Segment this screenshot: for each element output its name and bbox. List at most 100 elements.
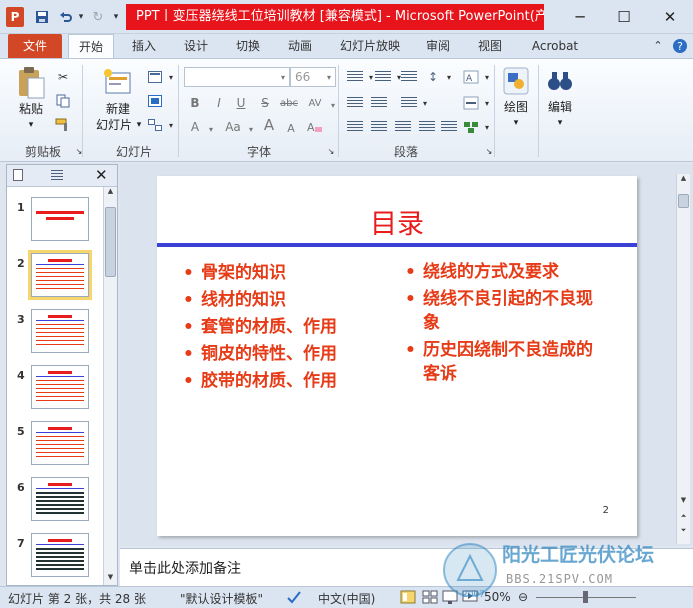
italic-button[interactable]: I <box>210 95 228 111</box>
change-case-dropdown-icon[interactable]: ▾ <box>242 121 260 137</box>
tab-file[interactable]: 文件 <box>8 34 62 58</box>
ribbon-collapse-icon[interactable]: ⌃ <box>650 34 666 58</box>
thumbnail-preview[interactable] <box>31 533 89 577</box>
font-color-dropdown-icon[interactable]: ▾ <box>202 121 220 137</box>
strikethrough-button[interactable]: S <box>256 95 274 111</box>
tab-home[interactable]: 开始 <box>68 34 114 58</box>
spell-check-icon[interactable] <box>286 589 302 608</box>
left-bullet-list[interactable]: 骨架的知识 线材的知识 套管的材质、作用 铜皮的特性、作用 胶带的材质、作用 <box>179 260 379 395</box>
justify-icon[interactable] <box>418 119 436 135</box>
slide-thumbnail[interactable]: 4 <box>7 363 103 413</box>
tab-view[interactable]: 视图 <box>470 34 510 58</box>
undo-dropdown-icon[interactable]: ▾ <box>76 7 86 27</box>
editing-label[interactable]: 编辑 <box>542 99 578 115</box>
cut-icon[interactable]: ✂ <box>54 69 72 85</box>
grow-font-button[interactable]: A <box>260 116 278 134</box>
zoom-out-icon[interactable]: ⊖ <box>518 590 528 604</box>
slide-thumbnail[interactable]: 3 <box>7 307 103 357</box>
new-slide-label-line1[interactable]: 新建 <box>92 101 144 117</box>
decrease-indent-icon[interactable] <box>346 95 364 111</box>
tab-insert[interactable]: 插入 <box>124 34 164 58</box>
paste-dropdown-icon[interactable]: ▾ <box>14 117 48 133</box>
scroll-thumb[interactable] <box>678 194 689 208</box>
slide-sorter-icon[interactable] <box>422 589 438 608</box>
align-center-icon[interactable] <box>370 119 388 135</box>
drawing-icon[interactable] <box>502 65 530 97</box>
font-size-dropdown-icon[interactable]: ▾ <box>320 69 338 85</box>
thumbnail-preview[interactable] <box>31 365 89 409</box>
current-slide[interactable]: 目录 骨架的知识 线材的知识 套管的材质、作用 铜皮的特性、作用 胶带的材质、作… <box>157 176 637 536</box>
columns-dropdown-icon[interactable]: ▾ <box>416 95 434 111</box>
zoom-slider-handle[interactable] <box>583 591 588 603</box>
format-painter-icon[interactable] <box>54 117 72 133</box>
new-slide-dropdown-icon[interactable]: ▾ <box>134 117 144 133</box>
paste-label[interactable]: 粘贴 <box>14 101 48 117</box>
tab-animations[interactable]: 动画 <box>280 34 320 58</box>
clipboard-launcher-icon[interactable]: ↘ <box>70 143 88 159</box>
notes-placeholder[interactable]: 单击此处添加备注 <box>129 558 241 578</box>
align-left-icon[interactable] <box>346 119 364 135</box>
powerpoint-app-icon[interactable]: P <box>6 7 24 27</box>
undo-icon[interactable] <box>56 7 76 27</box>
maximize-button[interactable]: ☐ <box>604 4 644 30</box>
tab-slideshow[interactable]: 幻灯片放映 <box>334 34 406 58</box>
align-right-icon[interactable] <box>394 119 412 135</box>
slide-thumbnail[interactable]: 7 <box>7 531 103 581</box>
drawing-label[interactable]: 绘图 <box>498 99 534 115</box>
line-spacing-icon[interactable] <box>400 69 418 85</box>
binoculars-icon[interactable] <box>546 65 574 97</box>
scroll-down-icon[interactable]: ▼ <box>677 496 690 508</box>
thumbnail-preview[interactable] <box>31 197 89 241</box>
outline-tab-icon[interactable] <box>51 170 65 180</box>
reading-view-icon[interactable] <box>442 589 458 608</box>
normal-view-icon[interactable] <box>400 589 416 608</box>
slideshow-icon[interactable] <box>462 589 478 608</box>
copy-icon[interactable] <box>54 93 72 109</box>
save-icon[interactable] <box>32 7 52 27</box>
tab-transitions[interactable]: 切换 <box>228 34 268 58</box>
close-pane-icon[interactable]: ✕ <box>95 166 108 184</box>
scroll-thumb[interactable] <box>105 207 116 277</box>
new-slide-label-line2[interactable]: 幻灯片 <box>92 117 136 133</box>
slide-thumbnail[interactable]: 1 <box>7 195 103 245</box>
shadow-button[interactable]: abc <box>280 95 298 111</box>
slides-tab-icon[interactable] <box>13 169 23 181</box>
slide-title[interactable]: 目录 <box>157 202 637 241</box>
thumbnail-preview[interactable] <box>28 250 92 300</box>
tab-design[interactable]: 设计 <box>176 34 216 58</box>
slide-thumbnail[interactable]: 5 <box>7 419 103 469</box>
next-slide-icon[interactable]: ⏷ <box>677 526 690 538</box>
previous-slide-icon[interactable]: ⏶ <box>677 512 690 524</box>
close-button[interactable]: ✕ <box>650 4 690 30</box>
paragraph-launcher-icon[interactable]: ↘ <box>480 143 498 159</box>
new-slide-icon[interactable] <box>100 65 136 99</box>
reset-slide-icon[interactable] <box>146 93 164 109</box>
thumbnail-scrollbar[interactable]: ▲ ▼ <box>103 187 117 585</box>
thumbnail-preview[interactable] <box>31 309 89 353</box>
redo-icon[interactable]: ↻ <box>88 7 108 27</box>
underline-button[interactable]: U <box>232 95 250 111</box>
increase-indent-icon[interactable] <box>370 95 388 111</box>
customize-quick-access-icon[interactable]: ▾ <box>110 7 122 27</box>
notes-pane[interactable]: 单击此处添加备注 <box>120 548 693 586</box>
thumbnail-preview[interactable] <box>31 477 89 521</box>
thumbnail-preview[interactable] <box>31 421 89 465</box>
tab-review[interactable]: 审阅 <box>418 34 458 58</box>
drawing-dropdown-icon[interactable]: ▾ <box>498 115 534 131</box>
tab-acrobat[interactable]: Acrobat <box>524 34 586 58</box>
distributed-icon[interactable] <box>440 119 458 135</box>
minimize-button[interactable]: ─ <box>560 4 600 30</box>
theme-name[interactable]: "默认设计模板" <box>180 590 263 607</box>
bold-button[interactable]: B <box>186 95 204 111</box>
shrink-font-button[interactable]: A <box>282 120 300 136</box>
character-spacing-button[interactable]: AV <box>306 95 324 111</box>
editing-dropdown-icon[interactable]: ▾ <box>542 115 578 131</box>
clear-formatting-icon[interactable]: A <box>306 119 324 135</box>
paste-icon[interactable] <box>14 65 48 101</box>
scroll-up-icon[interactable]: ▲ <box>104 187 117 199</box>
slide-thumbnail[interactable]: 2 <box>7 250 103 301</box>
slide-scrollbar[interactable]: ▲ ▼ ⏶ ⏷ <box>676 174 690 544</box>
slide-thumbnail[interactable]: 6 <box>7 475 103 525</box>
scroll-up-icon[interactable]: ▲ <box>677 174 690 186</box>
help-icon[interactable]: ? <box>670 34 690 58</box>
